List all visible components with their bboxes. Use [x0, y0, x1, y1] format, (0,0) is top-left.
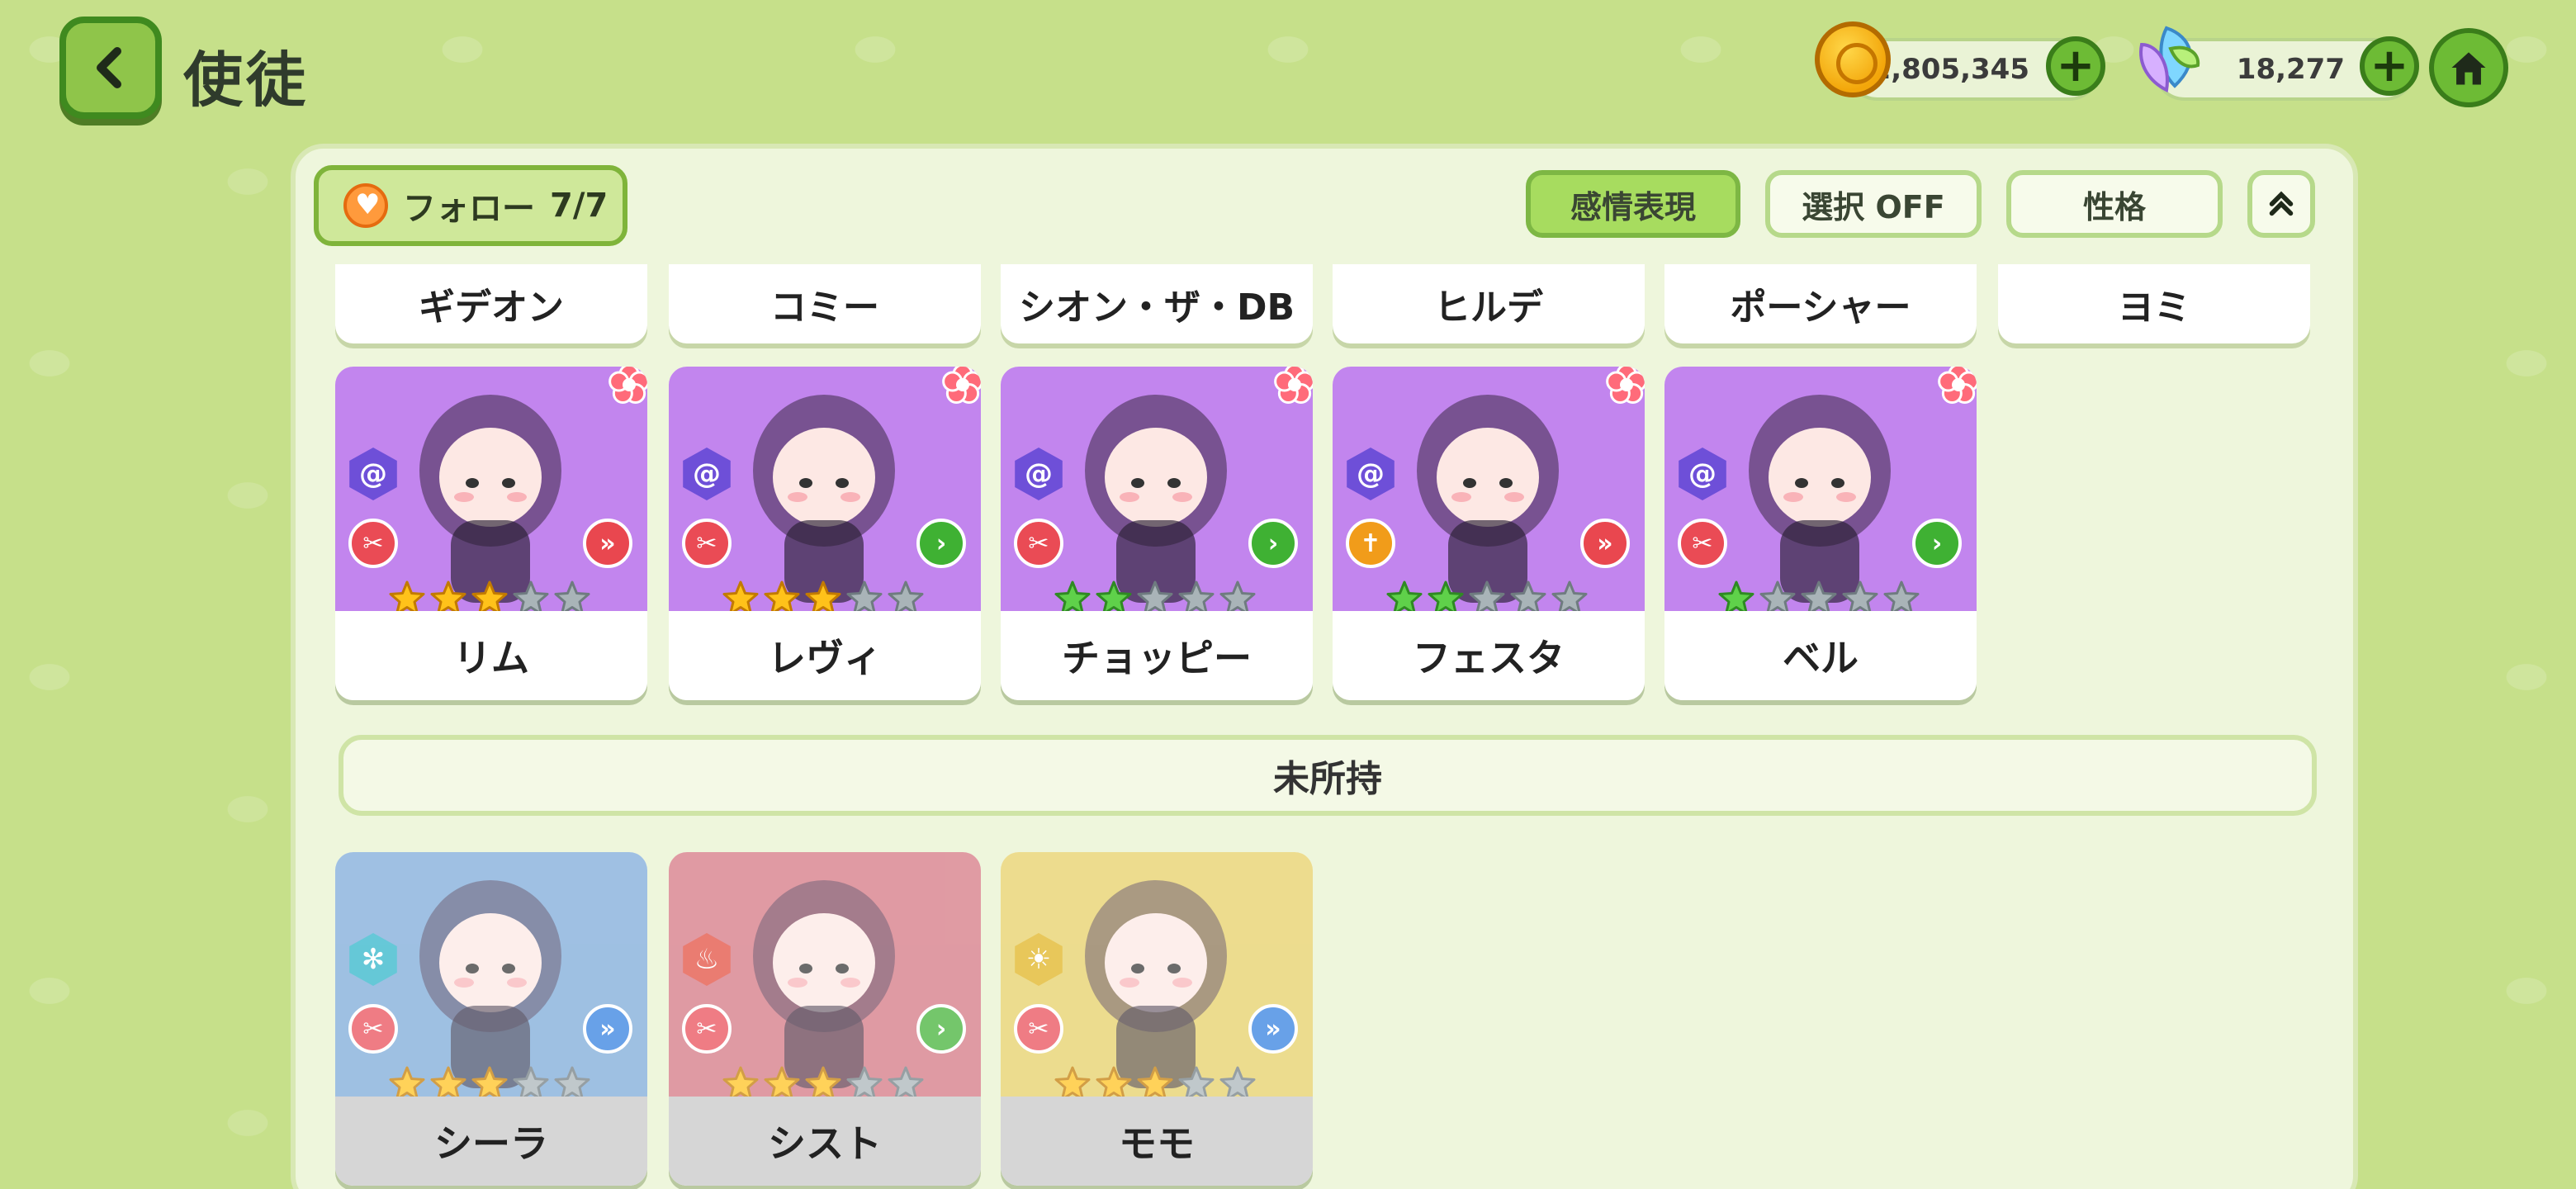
unowned-apostle-card[interactable]: ♨ ✂ › シスト: [669, 852, 981, 1186]
apostle-card-hilde[interactable]: ヒルデ: [1333, 264, 1645, 343]
swirl-icon: @: [349, 448, 397, 500]
collapse-button[interactable]: [2247, 170, 2315, 238]
character-portrait: @ ✂ »: [335, 367, 647, 615]
character-art: [1085, 880, 1227, 1088]
character-art: [419, 880, 561, 1088]
unowned-section-header: 未所持: [339, 735, 2317, 816]
attack-icon: ✂: [682, 519, 732, 568]
unowned-apostle-card[interactable]: ✻ ✂ » シーラ: [335, 852, 647, 1186]
character-portrait: ☀ ✂ »: [1001, 852, 1313, 1101]
swirl-icon: @: [1347, 448, 1395, 500]
add-gold-button[interactable]: +: [2046, 36, 2105, 96]
swirl-icon: @: [1679, 448, 1726, 500]
double-chevron-icon: »: [583, 519, 632, 568]
double-chevron-up-icon: [2269, 191, 2294, 216]
select-toggle-button[interactable]: 選択 OFF: [1765, 170, 1982, 238]
apostle-card-gideon[interactable]: ギデオン: [335, 264, 647, 343]
gold-amount: 2,805,345: [1871, 53, 2029, 86]
follow-label: フォロー: [403, 190, 535, 228]
swirl-icon: @: [683, 448, 731, 500]
add-crystal-button[interactable]: +: [2360, 36, 2419, 96]
character-art: [419, 395, 561, 603]
fire-icon: ♨: [683, 933, 731, 986]
character-portrait: ♨ ✂ ›: [669, 852, 981, 1101]
flower-badge-icon: [1938, 367, 1977, 405]
apostle-card-portia[interactable]: ポーシャー: [1664, 264, 1977, 343]
heart-icon: [343, 183, 388, 228]
apostle-card-yomi[interactable]: ヨミ: [1998, 264, 2310, 343]
character-name: リム: [335, 611, 647, 700]
cross-icon: ✝: [1346, 519, 1395, 568]
attack-icon: ✂: [348, 1004, 398, 1054]
chevron-icon: ›: [1912, 519, 1962, 568]
chevron-icon: ›: [916, 519, 966, 568]
flower-badge-icon: [608, 367, 647, 405]
personality-sort-button[interactable]: 性格: [2006, 170, 2223, 238]
follow-button[interactable]: フォロー 7/7: [314, 165, 627, 246]
apostle-card-commie[interactable]: コミー: [669, 264, 981, 343]
double-chevron-icon: »: [583, 1004, 632, 1054]
character-name: チョッピー: [1001, 611, 1313, 700]
flower-badge-icon: [1606, 367, 1645, 405]
character-art: [1085, 395, 1227, 603]
character-name: ベル: [1664, 611, 1977, 700]
owned-apostle-card[interactable]: @ ✂ » リム: [335, 367, 647, 700]
crystal-leaf-icon: [2139, 26, 2200, 93]
crystal-amount: 18,277: [2236, 53, 2345, 86]
unowned-apostle-card[interactable]: ☀ ✂ » モモ: [1001, 852, 1313, 1186]
page-title: 使徒: [183, 45, 310, 115]
flower-badge-icon: [942, 367, 981, 405]
emotion-expression-button[interactable]: 感情表現: [1526, 170, 1740, 238]
double-chevron-icon: »: [1580, 519, 1630, 568]
character-name: レヴィ: [669, 611, 981, 700]
attack-icon: ✂: [1014, 519, 1063, 568]
chevron-icon: ›: [1248, 519, 1298, 568]
owned-apostle-card[interactable]: @ ✝ » フェスタ: [1333, 367, 1645, 700]
attack-icon: ✂: [1678, 519, 1727, 568]
attack-icon: ✂: [348, 519, 398, 568]
attack-icon: ✂: [1014, 1004, 1063, 1054]
gold-coin-icon: [1815, 21, 1891, 97]
apostle-card-sion[interactable]: シオン・ザ・DB: [1001, 264, 1313, 343]
owned-apostle-card[interactable]: @ ✂ › レヴィ: [669, 367, 981, 700]
character-portrait: @ ✝ »: [1333, 367, 1645, 615]
character-portrait: ✻ ✂ »: [335, 852, 647, 1101]
chevron-icon: ›: [916, 1004, 966, 1054]
character-art: [753, 880, 895, 1088]
character-name: モモ: [1001, 1097, 1313, 1186]
character-art: [753, 395, 895, 603]
follow-count: 7/7: [550, 187, 608, 225]
character-name: シーラ: [335, 1097, 647, 1186]
character-name: シスト: [669, 1097, 981, 1186]
attack-icon: ✂: [682, 1004, 732, 1054]
flower-badge-icon: [1274, 367, 1313, 405]
swirl-icon: @: [1015, 448, 1063, 500]
double-chevron-icon: »: [1248, 1004, 1298, 1054]
character-portrait: @ ✂ ›: [1001, 367, 1313, 615]
chevron-left-icon: [97, 47, 121, 88]
owned-apostle-card[interactable]: @ ✂ › ベル: [1664, 367, 1977, 700]
character-portrait: @ ✂ ›: [669, 367, 981, 615]
snowflake-icon: ✻: [349, 933, 397, 986]
home-icon: [2451, 52, 2486, 85]
owned-apostle-card[interactable]: @ ✂ › チョッピー: [1001, 367, 1313, 700]
back-button[interactable]: [59, 17, 162, 119]
character-portrait: @ ✂ ›: [1664, 367, 1977, 615]
character-art: [1417, 395, 1559, 603]
sun-icon: ☀: [1015, 933, 1063, 986]
home-button[interactable]: [2429, 28, 2508, 107]
character-name: フェスタ: [1333, 611, 1645, 700]
character-art: [1749, 395, 1891, 603]
